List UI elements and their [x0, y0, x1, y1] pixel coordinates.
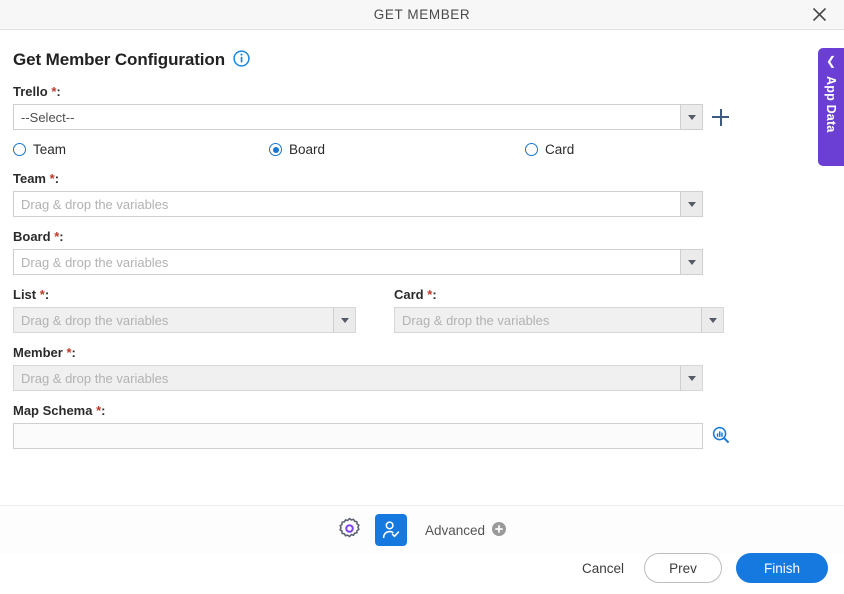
advanced-label: Advanced — [424, 522, 486, 538]
member-select-value: Drag & drop the variables — [21, 370, 169, 386]
chevron-down-icon[interactable] — [333, 308, 355, 332]
add-trello-connection-button[interactable] — [712, 108, 729, 126]
finish-button[interactable]: Finish — [736, 553, 828, 583]
board-select-value: Drag & drop the variables — [21, 254, 169, 270]
prev-button[interactable]: Prev — [644, 553, 722, 583]
chevron-left-icon: ❮ — [825, 54, 837, 68]
radio-card-label: Card — [545, 142, 575, 157]
trello-select-value: --Select-- — [21, 109, 75, 125]
field-list: List *: Drag & drop the variables — [13, 287, 356, 333]
team-control: Drag & drop the variables — [13, 191, 831, 217]
member-label-text: Member — [13, 345, 63, 360]
field-board: Board *: Drag & drop the variables — [13, 229, 831, 275]
radio-card-mark — [525, 143, 538, 156]
list-select[interactable]: Drag & drop the variables — [13, 307, 356, 333]
board-label-text: Board — [13, 229, 51, 244]
cancel-button[interactable]: Cancel — [576, 557, 630, 580]
radio-board-mark — [269, 143, 282, 156]
map-schema-label: Map Schema *: — [13, 403, 106, 418]
trello-label: Trello *: — [13, 84, 61, 99]
board-required-marker: * — [54, 229, 60, 244]
plus-circle-icon[interactable] — [492, 521, 507, 539]
close-icon[interactable] — [808, 4, 830, 26]
member-required-marker: * — [66, 345, 72, 360]
board-control: Drag & drop the variables — [13, 249, 831, 275]
chevron-down-icon[interactable] — [680, 250, 702, 274]
app-data-label: App Data — [824, 76, 838, 133]
card-label-text: Card — [394, 287, 424, 302]
radio-board-label: Board — [289, 142, 326, 157]
footer-toolbar: Advanced — [0, 505, 844, 554]
radio-team[interactable]: Team — [13, 142, 269, 157]
chevron-down-icon[interactable] — [680, 366, 702, 390]
radio-card[interactable]: Card — [525, 142, 574, 157]
team-label-text: Team — [13, 171, 46, 186]
field-member: Member *: Drag & drop the variables — [13, 345, 831, 391]
radio-board[interactable]: Board — [269, 142, 525, 157]
map-schema-control — [13, 423, 831, 449]
radio-team-mark — [13, 143, 26, 156]
card-required-marker: * — [427, 287, 433, 302]
info-icon[interactable] — [233, 50, 250, 70]
list-required-marker: * — [39, 287, 45, 302]
member-label: Member *: — [13, 345, 76, 360]
chevron-down-icon[interactable] — [680, 105, 702, 129]
member-select[interactable]: Drag & drop the variables — [13, 365, 703, 391]
field-team: Team *: Drag & drop the variables — [13, 171, 831, 217]
trello-control: --Select-- — [13, 104, 831, 130]
trello-required-marker: * — [51, 84, 57, 99]
card-select-value: Drag & drop the variables — [402, 312, 550, 328]
schema-search-icon[interactable] — [712, 426, 730, 447]
trello-label-text: Trello — [13, 84, 48, 99]
footer-actions: Cancel Prev Finish — [576, 553, 828, 583]
board-label: Board *: — [13, 229, 64, 244]
member-control: Drag & drop the variables — [13, 365, 831, 391]
list-label: List *: — [13, 287, 50, 302]
advanced-button[interactable]: Advanced — [424, 521, 507, 539]
page-header: Get Member Configuration — [0, 30, 844, 70]
list-select-value: Drag & drop the variables — [21, 312, 169, 328]
map-schema-label-text: Map Schema — [13, 403, 93, 418]
team-label: Team *: — [13, 171, 60, 186]
window-title: GET MEMBER — [373, 7, 471, 22]
team-select[interactable]: Drag & drop the variables — [13, 191, 703, 217]
team-required-marker: * — [49, 171, 55, 186]
scope-radio-group: Team Board Card — [13, 142, 831, 157]
board-select[interactable]: Drag & drop the variables — [13, 249, 703, 275]
page-title: Get Member Configuration — [13, 50, 225, 69]
field-card: Card *: Drag & drop the variables — [394, 287, 724, 333]
chevron-down-icon[interactable] — [680, 192, 702, 216]
list-label-text: List — [13, 287, 37, 302]
map-schema-input[interactable] — [13, 423, 703, 449]
window-titlebar: GET MEMBER — [0, 0, 844, 30]
chevron-down-icon[interactable] — [701, 308, 723, 332]
card-select[interactable]: Drag & drop the variables — [394, 307, 724, 333]
user-check-icon[interactable] — [374, 514, 407, 546]
configuration-form: Trello *: --Select-- Team Board Card Tea… — [0, 70, 844, 449]
field-trello: Trello *: --Select-- — [13, 84, 831, 130]
radio-team-label: Team — [33, 142, 67, 157]
team-select-value: Drag & drop the variables — [21, 196, 169, 212]
list-card-row: List *: Drag & drop the variables Card *… — [13, 287, 831, 333]
trello-select[interactable]: --Select-- — [13, 104, 703, 130]
app-data-panel-toggle[interactable]: ❮ App Data — [818, 48, 844, 166]
field-map-schema: Map Schema *: — [13, 403, 831, 449]
gear-icon[interactable] — [338, 517, 361, 543]
map-schema-required-marker: * — [96, 403, 102, 418]
card-label: Card *: — [394, 287, 437, 302]
